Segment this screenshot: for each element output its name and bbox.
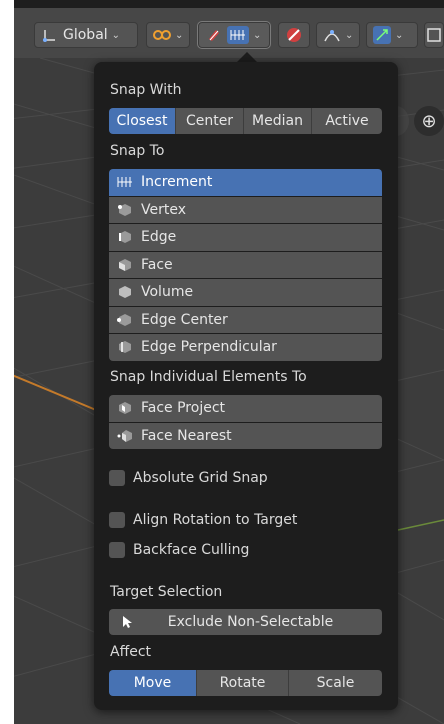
snap-to-face[interactable]: Face — [109, 251, 382, 278]
absolute-grid-snap-checkbox[interactable] — [109, 470, 125, 486]
header-topbar — [14, 0, 444, 8]
overlay-toggle[interactable] — [424, 22, 444, 48]
snap-individual-label: Snap Individual Elements To — [110, 369, 307, 385]
chevron-down-icon: ⌄ — [175, 29, 184, 41]
affect-scale[interactable]: Scale — [289, 670, 382, 696]
snap-to-edge-center[interactable]: Edge Center — [109, 306, 382, 333]
snap-to-list: Increment Vertex Edge Face Volume Edge C… — [109, 169, 382, 361]
face-icon — [117, 257, 133, 273]
popover-caret — [237, 52, 257, 62]
edge-perpendicular-icon — [117, 339, 133, 355]
snap-with-active[interactable]: Active — [312, 108, 382, 134]
target-selection-label: Target Selection — [110, 584, 223, 600]
pivot-point-dropdown[interactable]: ⌄ — [146, 22, 190, 48]
proportional-falloff-dropdown[interactable]: ⌄ — [316, 22, 360, 48]
snap-with-closest[interactable]: Closest — [109, 108, 176, 134]
snap-to-face-label: Face — [141, 256, 173, 273]
snap-to-edge-perpendicular[interactable]: Edge Perpendicular — [109, 334, 382, 361]
absolute-grid-snap-label: Absolute Grid Snap — [133, 470, 268, 486]
snap-to-increment[interactable]: Increment — [109, 169, 382, 196]
chevron-down-icon: ⌄ — [253, 29, 262, 41]
chevron-down-icon: ⌄ — [345, 29, 354, 41]
snap-face-nearest-label: Face Nearest — [141, 427, 232, 444]
increment-icon — [117, 174, 133, 190]
transform-orientation-label: Global — [63, 27, 108, 43]
viewport-header: Global ⌄ ⌄ ⌄ ⌄ ⌄ — [14, 0, 444, 58]
face-nearest-icon — [117, 428, 133, 444]
affect-move[interactable]: Move — [109, 670, 197, 696]
magnet-icon — [205, 26, 223, 44]
snap-face-nearest[interactable]: Face Nearest — [109, 422, 382, 449]
align-rotation-checkbox[interactable] — [109, 512, 125, 528]
backface-culling-checkbox[interactable] — [109, 542, 125, 558]
chevron-down-icon: ⌄ — [395, 29, 404, 41]
increment-icon — [227, 26, 249, 44]
vertex-icon — [117, 202, 133, 218]
snap-to-edge[interactable]: Edge — [109, 224, 382, 251]
snap-to-volume-label: Volume — [141, 284, 194, 301]
snap-face-project[interactable]: Face Project — [109, 395, 382, 422]
align-rotation-row[interactable]: Align Rotation to Target — [109, 512, 297, 528]
gizmo-dropdown[interactable]: ⌄ — [366, 22, 418, 48]
snap-individual-list: Face Project Face Nearest — [109, 395, 382, 449]
backface-culling-row[interactable]: Backface Culling — [109, 542, 249, 558]
snap-toggle-group[interactable]: ⌄ — [197, 21, 271, 49]
cursor-icon — [119, 613, 137, 631]
affect-selector: Move Rotate Scale — [109, 670, 382, 696]
volume-icon — [117, 284, 133, 300]
chevron-down-icon: ⌄ — [111, 29, 121, 41]
proportional-editing-icon — [285, 26, 303, 44]
snap-with-selector: Closest Center Median Active — [109, 108, 382, 134]
target-selection-value: Exclude Non-Selectable — [167, 614, 334, 630]
target-selection-dropdown[interactable]: Exclude Non-Selectable — [109, 609, 382, 635]
snap-with-median[interactable]: Median — [244, 108, 312, 134]
snap-to-edge-label: Edge — [141, 229, 177, 246]
snap-to-label: Snap To — [110, 143, 165, 159]
gizmo-icon — [373, 26, 391, 44]
snap-with-label: Snap With — [110, 82, 182, 98]
snap-to-edge-perpendicular-label: Edge Perpendicular — [141, 339, 277, 356]
snap-with-center[interactable]: Center — [176, 108, 244, 134]
align-rotation-label: Align Rotation to Target — [133, 512, 298, 528]
snap-to-edge-center-label: Edge Center — [141, 311, 228, 328]
snap-to-vertex-label: Vertex — [141, 201, 187, 218]
absolute-grid-snap-row[interactable]: Absolute Grid Snap — [109, 470, 268, 486]
backface-culling-label: Backface Culling — [133, 542, 250, 558]
face-project-icon — [117, 400, 133, 416]
affect-rotate[interactable]: Rotate — [197, 670, 289, 696]
left-border — [0, 0, 14, 724]
edge-icon — [117, 229, 133, 245]
snap-face-project-label: Face Project — [141, 400, 226, 417]
zoom-icon[interactable]: ⊕ — [414, 106, 444, 136]
proportional-editing-toggle[interactable] — [278, 22, 310, 48]
snap-to-increment-label: Increment — [141, 174, 213, 191]
snap-to-vertex[interactable]: Vertex — [109, 196, 382, 223]
pivot-point-icon — [153, 26, 171, 44]
axis-orientation-icon — [41, 26, 59, 44]
snap-to-volume[interactable]: Volume — [109, 279, 382, 306]
overlay-icon — [427, 26, 441, 44]
affect-label: Affect — [110, 644, 152, 660]
transform-orientation-dropdown[interactable]: Global ⌄ — [34, 22, 138, 48]
snapping-popover: Snap With Closest Center Median Active S… — [94, 62, 398, 710]
falloff-curve-icon — [323, 26, 341, 44]
edge-center-icon — [117, 312, 133, 328]
